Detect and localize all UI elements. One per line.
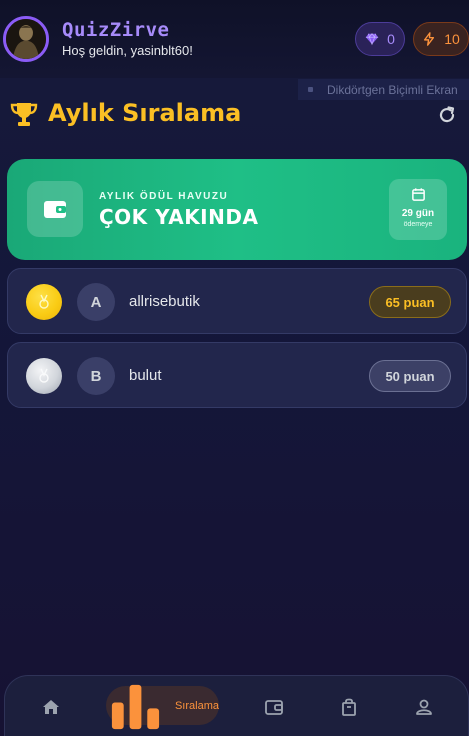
nav-ranking[interactable]: Sıralama [106, 684, 219, 730]
lightning-icon [424, 32, 435, 46]
gold-medal-icon [26, 284, 62, 320]
gems-counter[interactable]: 0 [355, 22, 405, 56]
top-header: QuizZirve Hoş geldin, yasinblt60! 0 10 [0, 0, 469, 78]
bottom-navigation: Sıralama [4, 675, 469, 736]
wallet-icon [44, 201, 66, 218]
wallet-badge [27, 181, 83, 237]
prize-pool-card: AYLIK ÖDÜL HAVUZU ÇOK YAKINDA 29 gün öde… [7, 159, 467, 260]
prize-pool-label: AYLIK ÖDÜL HAVUZU [99, 191, 229, 202]
energy-counter[interactable]: 10 [413, 22, 469, 56]
energy-count: 10 [444, 31, 460, 47]
wallet-icon [265, 699, 283, 715]
gems-count: 0 [387, 31, 395, 47]
nav-profile[interactable] [406, 676, 442, 736]
countdown-sub: ödemeye [403, 221, 433, 228]
medal-ribbon-icon [39, 368, 49, 383]
gem-icon [365, 33, 379, 46]
user-initial: A [77, 283, 115, 321]
home-icon [43, 699, 59, 714]
nav-shop[interactable] [331, 676, 367, 736]
banner-dot-icon [308, 87, 313, 92]
refresh-icon[interactable] [437, 105, 457, 125]
greeting-text: Hoş geldin, yasinblt60! [62, 43, 193, 58]
user-initial: B [77, 357, 115, 395]
medal-ribbon-icon [39, 294, 49, 309]
countdown-box: 29 gün ödemeye [389, 179, 447, 240]
nav-ranking-label: Sıralama [174, 699, 219, 712]
ranking-icon [111, 684, 160, 730]
avatar[interactable] [3, 16, 49, 62]
nav-home[interactable] [33, 676, 69, 736]
nav-wallet[interactable] [256, 676, 292, 736]
prize-pool-value: ÇOK YAKINDA [99, 205, 259, 229]
profile-icon [416, 699, 432, 715]
banner-text: Dikdörtgen Biçimli Ekran [327, 82, 458, 97]
calendar-icon [411, 188, 425, 201]
countdown-days: 29 gün [401, 208, 435, 219]
username: bulut [129, 367, 162, 384]
silver-medal-icon [26, 358, 62, 394]
page-title: Aylık Sıralama [48, 99, 242, 127]
avatar-image [6, 19, 46, 59]
score-badge: 50 puan [369, 360, 451, 392]
shop-bag-icon [342, 698, 356, 716]
window-title-banner: Dikdörtgen Biçimli Ekran [298, 79, 469, 100]
score-badge: 65 puan [369, 286, 451, 318]
leaderboard-row[interactable]: A allrisebutik 65 puan [7, 268, 467, 334]
trophy-icon [10, 103, 38, 126]
leaderboard-row[interactable]: B bulut 50 puan [7, 342, 467, 408]
app-title: QuizZirve [62, 19, 170, 41]
username: allrisebutik [129, 293, 200, 310]
